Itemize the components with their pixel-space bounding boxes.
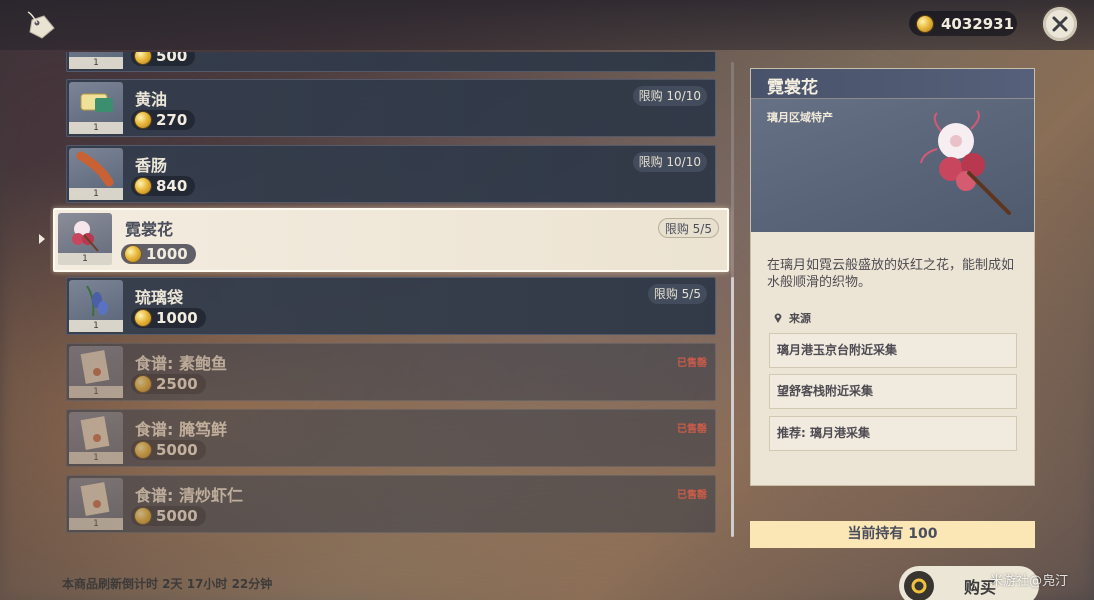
butter-icon xyxy=(80,93,113,112)
item-price: 5000 xyxy=(131,506,206,526)
item-detail-panel: 霓裳花 璃月区域特产 在璃月如霓云般盛放的妖红之花，能制成如水般顺滑的织物。 来… xyxy=(750,68,1035,486)
mora-coin-icon xyxy=(135,178,151,194)
shop-item-sausage[interactable]: 1 香肠 840 限购 10/10 xyxy=(66,145,716,203)
detail-header: 霓裳花 璃月区域特产 xyxy=(751,69,1034,232)
detail-subtitle: 璃月区域特产 xyxy=(767,111,833,124)
item-price-value: 500 xyxy=(156,52,188,65)
mora-amount: 4032931 xyxy=(941,14,1015,33)
source-entry: 推荐: 璃月港采集 xyxy=(769,416,1017,451)
sold-out-label: 已售罄 xyxy=(677,358,707,369)
item-price: 1000 xyxy=(131,308,206,328)
item-limit-badge: 限购 5/5 xyxy=(657,218,719,238)
mora-coin-icon xyxy=(135,442,151,458)
shop-item[interactable]: 1 500 xyxy=(66,52,716,72)
item-price-value: 840 xyxy=(156,177,188,195)
item-price-value: 1000 xyxy=(146,245,188,263)
silk-flower-icon xyxy=(920,110,1011,215)
item-thumbnail: 1 xyxy=(69,346,123,398)
shop-tag-icon xyxy=(27,11,55,39)
item-price-value: 5000 xyxy=(156,507,198,525)
shop-item-silk-flower[interactable]: 1 霓裳花 1000 限购 5/5 xyxy=(53,208,729,272)
item-limit-badge: 限购 10/10 xyxy=(632,152,707,172)
item-qty: 1 xyxy=(69,452,123,464)
list-scrollbar[interactable] xyxy=(731,62,734,537)
scrollbar-thumb[interactable] xyxy=(731,277,734,537)
watermark: 米游社@凫汀 xyxy=(990,574,1069,589)
selection-arrow-icon xyxy=(39,234,45,244)
item-qty: 1 xyxy=(69,188,123,200)
item-limit-badge: 限购 5/5 xyxy=(647,284,707,304)
location-pin-icon xyxy=(774,313,782,323)
mora-coin-icon xyxy=(917,15,933,32)
confirm-ring-icon xyxy=(911,578,927,594)
item-price: 840 xyxy=(131,176,196,196)
mora-coin-icon xyxy=(135,112,151,128)
recipe-icon xyxy=(80,416,110,450)
item-qty: 1 xyxy=(69,122,123,134)
item-price: 5000 xyxy=(131,440,206,460)
current-holding: 当前持有 100 xyxy=(750,521,1035,548)
item-name: 霓裳花 xyxy=(125,220,174,239)
glaze-lily-icon xyxy=(86,285,108,317)
source-title-text: 来源 xyxy=(789,312,811,325)
sold-out-label: 已售罄 xyxy=(677,490,707,501)
detail-titlebar: 霓裳花 xyxy=(751,69,1034,99)
shop-item-recipe-3[interactable]: 1 食谱: 清炒虾仁 5000 已售罄 xyxy=(66,475,716,533)
source-entry: 望舒客栈附近采集 xyxy=(769,374,1017,409)
mora-coin-icon xyxy=(135,52,151,64)
mora-balance: 4032931 xyxy=(909,11,1017,36)
mora-coin-icon xyxy=(135,508,151,524)
item-name: 黄油 xyxy=(135,90,168,109)
shop-item-recipe-2[interactable]: 1 食谱: 腌笃鲜 5000 已售罄 xyxy=(66,409,716,467)
item-price: 2500 xyxy=(131,374,206,394)
shop-item-recipe-1[interactable]: 1 食谱: 素鲍鱼 2500 已售罄 xyxy=(66,343,716,401)
sausage-icon xyxy=(76,151,114,187)
item-price: 500 xyxy=(131,52,196,66)
item-qty: 1 xyxy=(69,386,123,398)
item-thumbnail: 1 xyxy=(69,52,123,69)
mora-coin-icon xyxy=(135,376,151,392)
mora-coin-icon xyxy=(125,246,141,262)
item-thumbnail: 1 xyxy=(69,280,123,332)
item-qty: 1 xyxy=(69,518,123,530)
sold-out-label: 已售罄 xyxy=(677,424,707,435)
refresh-countdown: 本商品刷新倒计时 2天 17小时 22分钟 xyxy=(62,577,273,591)
item-thumbnail: 1 xyxy=(69,412,123,464)
item-qty: 1 xyxy=(69,57,123,69)
item-thumbnail: 1 xyxy=(58,213,112,265)
top-bar: 4032931 xyxy=(0,0,1094,50)
item-price: 1000 xyxy=(121,244,196,264)
shop-item-list[interactable]: 1 500 1 黄油 270 限购 10/10 1 香肠 840 限购 10/1… xyxy=(50,52,740,537)
recipe-icon xyxy=(80,482,110,516)
item-qty: 1 xyxy=(58,253,112,265)
item-price: 270 xyxy=(131,110,196,130)
item-price-value: 2500 xyxy=(156,375,198,393)
shop-item-butter[interactable]: 1 黄油 270 限购 10/10 xyxy=(66,79,716,137)
item-thumbnail: 1 xyxy=(69,478,123,530)
item-price-value: 5000 xyxy=(156,441,198,459)
source-heading: 来源 xyxy=(773,310,811,326)
item-name: 食谱: 清炒虾仁 xyxy=(135,486,243,505)
close-icon xyxy=(1052,16,1068,32)
close-button[interactable] xyxy=(1043,7,1077,41)
silk-flower-icon xyxy=(72,221,99,252)
detail-description: 在璃月如霓云般盛放的妖红之花，能制成如水般顺滑的织物。 xyxy=(767,258,1015,290)
item-thumbnail: 1 xyxy=(69,148,123,200)
source-entry: 璃月港玉京台附近采集 xyxy=(769,333,1017,368)
item-thumbnail: 1 xyxy=(69,82,123,134)
shop-item-glaze-lily[interactable]: 1 琉璃袋 1000 限购 5/5 xyxy=(66,277,716,335)
item-price-value: 1000 xyxy=(156,309,198,327)
item-name: 食谱: 素鲍鱼 xyxy=(135,354,227,373)
item-price-value: 270 xyxy=(156,111,188,129)
item-name: 琉璃袋 xyxy=(135,288,184,307)
recipe-icon xyxy=(80,350,110,384)
detail-title: 霓裳花 xyxy=(767,78,818,98)
item-qty: 1 xyxy=(69,320,123,332)
item-name: 香肠 xyxy=(135,156,168,175)
item-limit-badge: 限购 10/10 xyxy=(632,86,707,106)
buy-circle-icon xyxy=(904,571,934,600)
item-name: 食谱: 腌笃鲜 xyxy=(135,420,227,439)
mora-coin-icon xyxy=(135,310,151,326)
